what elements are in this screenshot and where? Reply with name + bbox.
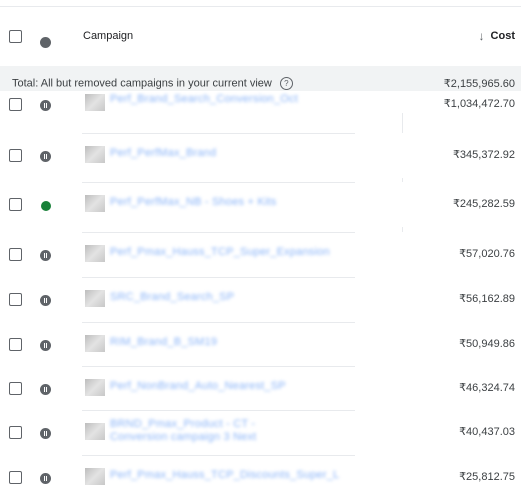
row-cost: ₹57,020.76: [459, 248, 515, 260]
campaign-name-link[interactable]: Perf_PerfMax_NB - Shoes + Kits: [110, 196, 276, 208]
total-label: Total: All but removed campaigns in your…: [12, 77, 272, 90]
select-all-checkbox[interactable]: [9, 30, 22, 43]
paused-icon[interactable]: [40, 250, 51, 261]
row-checkbox[interactable]: [9, 198, 22, 211]
campaign-thumbnail: [85, 423, 105, 440]
cost-column-header[interactable]: ↓ Cost: [479, 29, 515, 43]
cost-column-label: Cost: [490, 30, 515, 42]
row-divider: [82, 277, 355, 278]
paused-icon[interactable]: [40, 340, 51, 351]
campaign-thumbnail: [85, 290, 105, 307]
row-checkbox[interactable]: [9, 248, 22, 261]
row-cost: ₹56,162.89: [459, 293, 515, 305]
paused-icon[interactable]: [40, 384, 51, 395]
campaign-name-link[interactable]: Perf_Pmax_Hauss_TCP_Super_Expansion: [110, 246, 330, 258]
row-cost: ₹345,372.92: [452, 149, 515, 161]
paused-icon[interactable]: [40, 473, 51, 484]
row-divider: [82, 410, 355, 411]
campaign-name-link[interactable]: BRND_Pmax_Product - CT - Conversion camp…: [110, 418, 300, 444]
enabled-status-icon[interactable]: [41, 201, 51, 211]
status-column-icon[interactable]: [40, 37, 51, 48]
campaign-name-link[interactable]: RIM_Brand_B_SM19: [110, 336, 217, 348]
row-divider: [82, 455, 355, 456]
row-checkbox[interactable]: [9, 471, 22, 484]
campaign-thumbnail: [85, 468, 105, 485]
row-divider: [82, 366, 355, 367]
table-row[interactable]: Perf_Pmax_Hauss_TCP_Super_Expansion ₹57,…: [0, 232, 521, 277]
help-circle-icon[interactable]: ?: [279, 77, 293, 90]
table-row[interactable]: RIM_Brand_B_SM19 ₹50,949.86: [0, 322, 521, 367]
row-cost: ₹40,437.03: [459, 426, 515, 438]
campaign-thumbnail: [85, 195, 105, 212]
row-cost: ₹46,324.74: [459, 382, 515, 394]
campaign-thumbnail: [85, 146, 105, 163]
campaign-name-link[interactable]: Perf_NonBrand_Auto_Nearest_SP: [110, 380, 286, 392]
row-checkbox[interactable]: [9, 382, 22, 395]
row-checkbox[interactable]: [9, 293, 22, 306]
campaign-thumbnail: [85, 335, 105, 352]
total-label-wrap: Total: All but removed campaigns in your…: [12, 77, 293, 90]
arrow-down-icon: ↓: [478, 29, 485, 43]
campaign-thumbnail: [85, 379, 105, 396]
row-divider: [82, 133, 355, 134]
paused-icon[interactable]: [40, 428, 51, 439]
row-checkbox[interactable]: [9, 426, 22, 439]
paused-icon[interactable]: [40, 100, 51, 111]
total-cost: ₹2,155,965.60: [443, 78, 515, 90]
row-divider: [82, 232, 355, 233]
row-checkbox[interactable]: [9, 98, 22, 111]
row-divider: [82, 182, 355, 183]
row-checkbox[interactable]: [9, 338, 22, 351]
campaign-thumbnail: [85, 94, 105, 111]
table-header: Campaign ↓ Cost: [0, 6, 521, 66]
table-row[interactable]: Perf_NonBrand_Auto_Nearest_SP ₹46,324.74: [0, 366, 521, 411]
table-row[interactable]: Perf_Brand_Search_Conversion_Oct ₹1,034,…: [0, 91, 521, 113]
row-cost: ₹245,282.59: [452, 198, 515, 210]
table-row[interactable]: SRC_Brand_Search_SP ₹56,162.89: [0, 277, 521, 322]
row-cost: ₹50,949.86: [459, 338, 515, 350]
table-row[interactable]: Perf_PerfMax_NB - Shoes + Kits ₹245,282.…: [0, 182, 521, 227]
campaign-name-link[interactable]: Perf_Pmax_Hauss_TCP_Discounts_Super_L: [110, 469, 339, 481]
campaign-name-link[interactable]: Perf_PerfMax_Brand: [110, 147, 216, 159]
campaign-name-link[interactable]: SRC_Brand_Search_SP: [110, 291, 234, 303]
campaign-thumbnail: [85, 245, 105, 262]
row-checkbox[interactable]: [9, 149, 22, 162]
paused-icon[interactable]: [40, 151, 51, 162]
campaign-column-header[interactable]: Campaign: [83, 30, 133, 42]
paused-icon[interactable]: [40, 295, 51, 306]
campaigns-table: Campaign ↓ Cost Total: All but removed c…: [0, 0, 521, 489]
row-cost: ₹1,034,472.70: [443, 98, 515, 110]
row-divider: [82, 322, 355, 323]
table-row[interactable]: Perf_Pmax_Hauss_TCP_Discounts_Super_L ₹2…: [0, 455, 521, 489]
table-row[interactable]: BRND_Pmax_Product - CT - Conversion camp…: [0, 410, 521, 455]
table-row[interactable]: Perf_PerfMax_Brand ₹345,372.92: [0, 133, 521, 178]
campaign-name-link[interactable]: Perf_Brand_Search_Conversion_Oct: [110, 93, 300, 106]
row-cost: ₹25,812.75: [459, 471, 515, 483]
